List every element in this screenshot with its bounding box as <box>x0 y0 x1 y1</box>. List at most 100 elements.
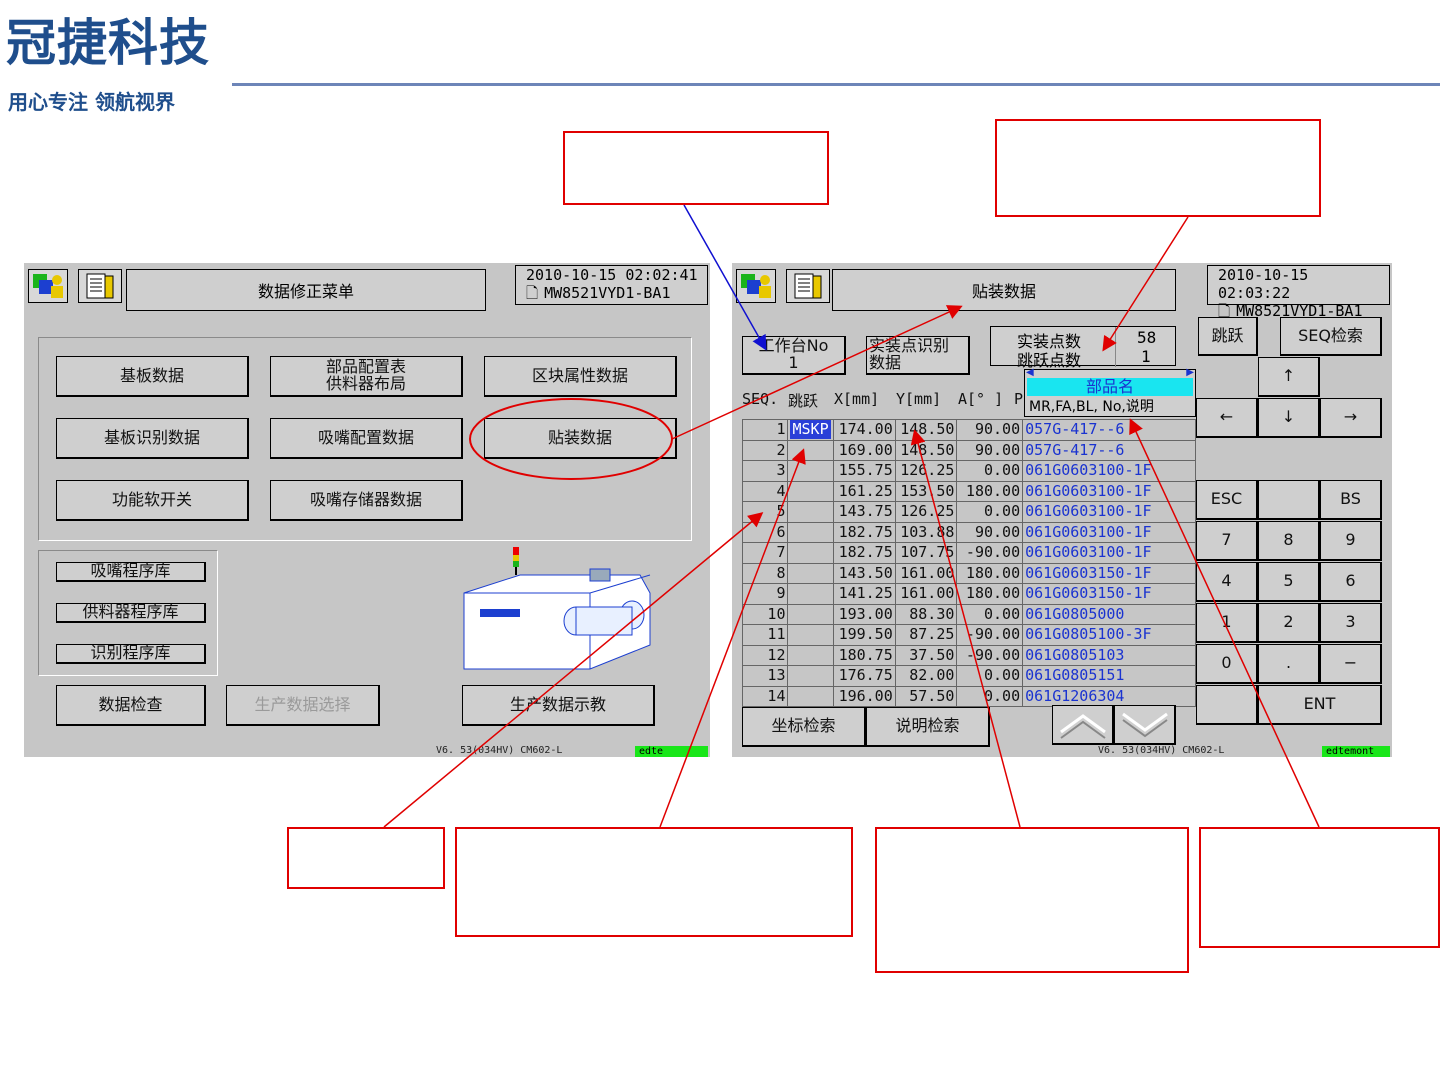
key-1[interactable]: 1 <box>1196 603 1258 643</box>
cell-a: 0.00 <box>956 685 1024 707</box>
right-arrow-button[interactable]: → <box>1320 398 1382 438</box>
menu-part-layout[interactable]: 部品配置表 供料器布局 <box>270 356 463 397</box>
key-2[interactable]: 2 <box>1258 603 1320 643</box>
page-up-button[interactable] <box>1052 705 1114 745</box>
cell-y: 103.88 <box>894 521 958 543</box>
cell-y: 126.25 <box>894 460 958 482</box>
cell-a: -90.00 <box>956 644 1024 666</box>
cell-x: 199.50 <box>833 624 896 646</box>
col-x: X[mm] <box>834 390 880 408</box>
left-arrow-button[interactable]: ← <box>1196 398 1258 438</box>
menu-mount-data[interactable]: 贴装数据 <box>484 418 677 459</box>
table-row[interactable]: 1 MSKP 174.00 148.50 90.00 057G-417--6 <box>741 419 1196 441</box>
esc-key[interactable]: ESC <box>1196 480 1258 520</box>
document-icon[interactable] <box>786 269 830 303</box>
keypad: ↑ ← ↓ → ESC BS 7 8 9 4 5 6 1 2 3 0 . − E… <box>1196 357 1384 727</box>
part-header-box: ◀ ▶ 部品名 MR,FA,BL, No,说明 <box>1024 367 1196 417</box>
mount-data-table: 1 MSKP 174.00 148.50 90.00 057G-417--6 2 169.00… <box>741 419 1196 707</box>
production-data-teach-button[interactable]: 生产数据示教 <box>462 685 655 726</box>
table-row[interactable]: 7 182.75 107.75 -90.00 061G0603100-1F <box>741 542 1196 564</box>
table-no-button[interactable]: 工作台No 1 <box>742 336 846 375</box>
seq-search-button[interactable]: SEQ检索 <box>1280 317 1382 356</box>
jump-button[interactable]: 跳跃 <box>1198 317 1258 356</box>
scroll-right-icon[interactable]: ▶ <box>1186 367 1194 378</box>
data-check-button[interactable]: 数据检查 <box>56 685 206 726</box>
recog-data-button[interactable]: 实装点识别 数据 <box>866 336 970 375</box>
cell-skip <box>787 644 835 666</box>
menu-board-recog[interactable]: 基板识别数据 <box>56 418 249 459</box>
recog-library-button[interactable]: 识别程序库 <box>56 644 206 664</box>
cell-part: 061G0603100-1F <box>1022 480 1196 502</box>
key-7[interactable]: 7 <box>1196 521 1258 561</box>
blank-key[interactable] <box>1258 480 1320 520</box>
menu-block-attr[interactable]: 区块属性数据 <box>484 356 677 397</box>
cell-part: 061G0805100-3F <box>1022 624 1196 646</box>
production-data-select-button[interactable]: 生产数据选择 <box>226 685 380 726</box>
col-a: A[° ] <box>958 390 1004 408</box>
cell-skip <box>787 665 835 687</box>
table-row[interactable]: 8 143.50 161.00 180.00 061G0603150-1F <box>741 562 1196 584</box>
menu-nozzle-config[interactable]: 吸嘴配置数据 <box>270 418 463 459</box>
menu-nozzle-memory[interactable]: 吸嘴存储器数据 <box>270 480 463 521</box>
desc-search-button[interactable]: 说明检索 <box>866 707 990 747</box>
table-row[interactable]: 10 193.00 88.30 0.00 061G0805000 <box>741 603 1196 625</box>
cell-a: 0.00 <box>956 603 1024 625</box>
operator-icon[interactable] <box>736 269 776 303</box>
page-down-icon <box>1121 712 1168 737</box>
table-row[interactable]: 9 141.25 161.00 180.00 061G0603150-1F <box>741 583 1196 605</box>
table-row[interactable]: 3 155.75 126.25 0.00 061G0603100-1F <box>741 460 1196 482</box>
cell-seq: 14 <box>741 685 789 707</box>
table-row[interactable]: 13 176.75 82.00 0.00 061G0805151 <box>741 665 1196 687</box>
key-minus[interactable]: − <box>1320 644 1382 684</box>
key-3[interactable]: 3 <box>1320 603 1382 643</box>
document-icon[interactable] <box>78 269 122 303</box>
company-slogan: 用心专注 领航视界 <box>8 90 175 114</box>
blank-key-2[interactable] <box>1196 685 1258 725</box>
table-row[interactable]: 11 199.50 87.25 -90.00 061G0805100-3F <box>741 624 1196 646</box>
operator-icon[interactable] <box>28 269 68 303</box>
cell-seq: 3 <box>741 460 789 482</box>
coord-search-button[interactable]: 坐标检索 <box>742 707 866 747</box>
table-row[interactable]: 2 169.00 148.50 90.00 057G-417--6 <box>741 439 1196 461</box>
feeder-library-button[interactable]: 供料器程序库 <box>56 603 206 623</box>
bs-key[interactable]: BS <box>1320 480 1382 520</box>
ent-key[interactable]: ENT <box>1258 685 1382 725</box>
callout-box-bottom-4 <box>1199 827 1440 948</box>
cell-part: 061G0603100-1F <box>1022 460 1196 482</box>
down-arrow-button[interactable]: ↓ <box>1258 398 1320 438</box>
cell-seq: 7 <box>741 542 789 564</box>
key-9[interactable]: 9 <box>1320 521 1382 561</box>
part-header: 部品名 <box>1027 378 1193 396</box>
table-row[interactable]: 5 143.75 126.25 0.00 061G0603100-1F <box>741 501 1196 523</box>
table-row[interactable]: 14 196.00 57.50 0.00 061G1206304 <box>741 685 1196 707</box>
up-arrow-button[interactable]: ↑ <box>1258 357 1320 397</box>
table-row[interactable]: 4 161.25 153.50 180.00 061G0603100-1F <box>741 480 1196 502</box>
company-logo: 冠捷科技 <box>6 14 210 72</box>
key-6[interactable]: 6 <box>1320 562 1382 602</box>
cell-x: 143.75 <box>833 501 896 523</box>
page-down-button[interactable] <box>1114 705 1176 745</box>
cell-x: 174.00 <box>833 419 896 441</box>
count-box: 实装点数 58 跳跃点数 1 <box>990 326 1176 370</box>
key-4[interactable]: 4 <box>1196 562 1258 602</box>
key-5[interactable]: 5 <box>1258 562 1320 602</box>
cell-seq: 10 <box>741 603 789 625</box>
nozzle-library-button[interactable]: 吸嘴程序库 <box>56 562 206 582</box>
table-row[interactable]: 6 182.75 103.88 90.00 061G0603100-1F <box>741 521 1196 543</box>
scroll-left-icon[interactable]: ◀ <box>1026 367 1034 378</box>
count-divider <box>1115 327 1116 367</box>
menu-function-switch[interactable]: 功能软开关 <box>56 480 249 521</box>
cell-y: 161.00 <box>894 583 958 605</box>
key-8[interactable]: 8 <box>1258 521 1320 561</box>
key-0[interactable]: 0 <box>1196 644 1258 684</box>
menu-board-data[interactable]: 基板数据 <box>56 356 249 397</box>
cell-y: 161.00 <box>894 562 958 584</box>
cell-x: 141.25 <box>833 583 896 605</box>
cell-part: 061G0805103 <box>1022 644 1196 666</box>
cell-seq: 8 <box>741 562 789 584</box>
table-row[interactable]: 12 180.75 37.50 -90.00 061G0805103 <box>741 644 1196 666</box>
key-dot[interactable]: . <box>1258 644 1320 684</box>
cell-a: 90.00 <box>956 419 1024 441</box>
right-screen: 贴装数据 2010-10-15 02:03:22 🗋 MW8521VYD1-BA1… <box>732 263 1392 757</box>
cell-x: 182.75 <box>833 542 896 564</box>
